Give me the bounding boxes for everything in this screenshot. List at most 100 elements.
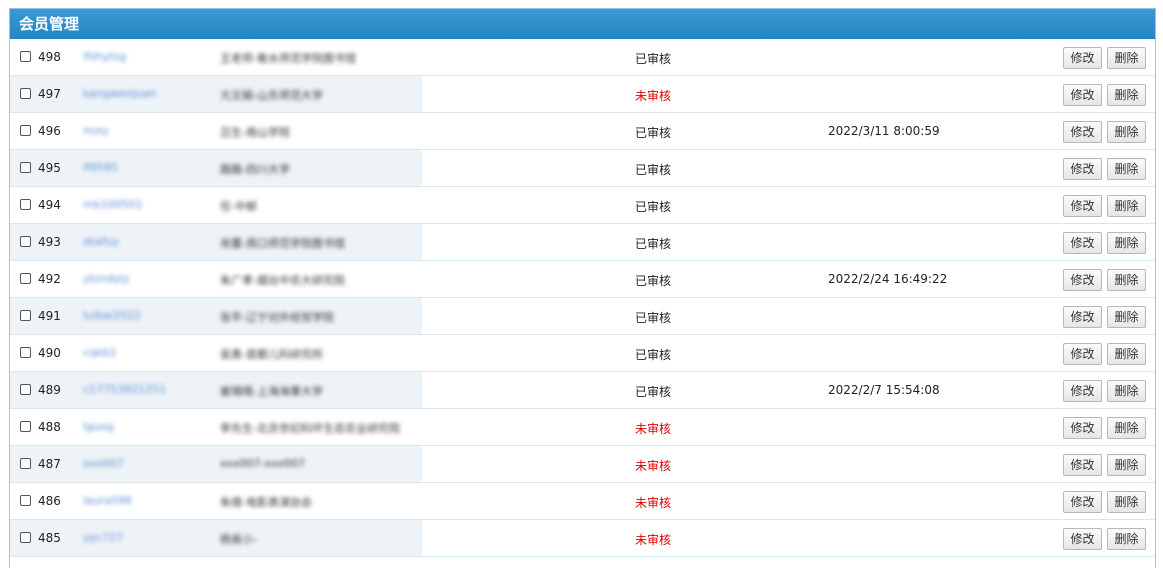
member-realname: 崔晴晴-上海海事大学: [220, 385, 323, 398]
login-time: 2022/2/7 15:54:08: [828, 383, 940, 397]
member-realname: 朱广孝-烟台中农大研究院: [220, 274, 345, 287]
row-checkbox[interactable]: [20, 421, 31, 432]
member-id: 495: [38, 161, 61, 175]
row-checkbox[interactable]: [20, 347, 31, 358]
edit-button[interactable]: 修改: [1063, 158, 1102, 180]
row-checkbox[interactable]: [20, 495, 31, 506]
table-row: 497 kangwenjuan 亢文娟-山东师范大学 未审核 修改 删除: [10, 76, 1155, 113]
member-id: 487: [38, 457, 61, 471]
status-text: 未审核: [635, 422, 672, 436]
member-id: 496: [38, 124, 61, 138]
table-row: 493 zkafuy 肖蕾-周口师范学院图书馆 已审核 修改 删除: [10, 224, 1155, 261]
member-id: 491: [38, 309, 61, 323]
member-id: 486: [38, 494, 61, 508]
row-checkbox[interactable]: [20, 310, 31, 321]
row-checkbox[interactable]: [20, 458, 31, 469]
member-realname: 吕生-南山学院: [220, 126, 290, 139]
row-checkbox[interactable]: [20, 273, 31, 284]
delete-button[interactable]: 删除: [1107, 491, 1146, 513]
username-link[interactable]: kangwenjuan: [83, 87, 156, 100]
username-link[interactable]: mb100501: [83, 198, 143, 211]
username-link[interactable]: lfshytsg: [83, 50, 126, 63]
edit-button[interactable]: 修改: [1063, 343, 1102, 365]
member-management-panel: 会员管理 498 lfshytsg 王老师-衡水师范学院图书馆 已审核 修改 删…: [9, 8, 1156, 568]
delete-button[interactable]: 删除: [1107, 269, 1146, 291]
status-text: 未审核: [635, 533, 672, 547]
row-checkbox[interactable]: [20, 88, 31, 99]
member-realname: 朱倩-电影表演协会: [220, 496, 312, 509]
member-realname: xxx007-xxx007: [220, 457, 306, 470]
table-row: 491 luibai2022 张平-辽宁对外经贸学院 已审核 修改 删除: [10, 298, 1155, 335]
status-text: 已审核: [635, 348, 672, 362]
table-row: 490 cqkb2 吴勇-首都儿科研究所 已审核 修改 删除: [10, 335, 1155, 372]
status-text: 未审核: [635, 89, 672, 103]
table-row: 494 mb100501 任-中邮 已审核 修改 删除: [10, 187, 1155, 224]
edit-button[interactable]: 修改: [1063, 47, 1102, 69]
member-realname: 吴勇-首都儿科研究所: [220, 348, 323, 361]
edit-button[interactable]: 修改: [1063, 306, 1102, 328]
delete-button[interactable]: 删除: [1107, 380, 1146, 402]
table-row: 492 ytzndyjy 朱广孝-烟台中农大研究院 已审核 2022/2/24 …: [10, 261, 1155, 298]
delete-button[interactable]: 删除: [1107, 158, 1146, 180]
delete-button[interactable]: 删除: [1107, 454, 1146, 476]
delete-button[interactable]: 删除: [1107, 195, 1146, 217]
row-checkbox[interactable]: [20, 384, 31, 395]
username-link[interactable]: lf9595: [83, 161, 118, 174]
member-id: 489: [38, 383, 61, 397]
member-realname: 肖蕾-周口师范学院图书馆: [220, 237, 345, 250]
edit-button[interactable]: 修改: [1063, 232, 1102, 254]
row-checkbox[interactable]: [20, 51, 31, 62]
username-link[interactable]: zkafuy: [83, 235, 119, 248]
row-checkbox[interactable]: [20, 236, 31, 247]
login-time: 2022/2/24 16:49:22: [828, 272, 948, 286]
username-link[interactable]: c17753921251: [83, 383, 166, 396]
edit-button[interactable]: 修改: [1063, 84, 1102, 106]
table-row: 498 lfshytsg 王老师-衡水师范学院图书馆 已审核 修改 删除: [10, 39, 1155, 76]
status-text: 已审核: [635, 52, 672, 66]
row-checkbox[interactable]: [20, 125, 31, 136]
member-id: 497: [38, 87, 61, 101]
username-link[interactable]: laura596: [83, 494, 132, 507]
edit-button[interactable]: 修改: [1063, 491, 1102, 513]
edit-button[interactable]: 修改: [1063, 528, 1102, 550]
edit-button[interactable]: 修改: [1063, 417, 1102, 439]
row-checkbox[interactable]: [20, 162, 31, 173]
username-link[interactable]: cqkb2: [83, 346, 116, 359]
row-checkbox[interactable]: [20, 532, 31, 543]
username-link[interactable]: nsxy: [83, 124, 109, 137]
member-realname: 王老师-衡水师范学院图书馆: [220, 52, 356, 65]
edit-button[interactable]: 修改: [1063, 380, 1102, 402]
status-text: 已审核: [635, 385, 672, 399]
delete-button[interactable]: 删除: [1107, 232, 1146, 254]
table-row: 486 laura596 朱倩-电影表演协会 未审核 修改 删除: [10, 483, 1155, 520]
member-realname: 李先生-北京世纪科环生态农业研究院: [220, 422, 400, 435]
login-time: 2022/3/11 8:00:59: [828, 124, 940, 138]
status-text: 已审核: [635, 200, 672, 214]
row-checkbox[interactable]: [20, 199, 31, 210]
member-realname: 杨易小-: [220, 533, 257, 546]
username-link[interactable]: yyc727: [83, 531, 123, 544]
table-row: 485 yyc727 杨易小- 未审核 修改 删除: [10, 520, 1155, 557]
delete-button[interactable]: 删除: [1107, 121, 1146, 143]
username-link[interactable]: ytzndyjy: [83, 272, 130, 285]
table-row: 495 lf9595 路路-四川大学 已审核 修改 删除: [10, 150, 1155, 187]
username-link[interactable]: xxx007: [83, 457, 124, 470]
delete-button[interactable]: 删除: [1107, 306, 1146, 328]
edit-button[interactable]: 修改: [1063, 269, 1102, 291]
edit-button[interactable]: 修改: [1063, 195, 1102, 217]
table-row: 496 nsxy 吕生-南山学院 已审核 2022/3/11 8:00:59 修…: [10, 113, 1155, 150]
username-link[interactable]: lguog: [83, 420, 114, 433]
delete-button[interactable]: 删除: [1107, 84, 1146, 106]
delete-button[interactable]: 删除: [1107, 343, 1146, 365]
delete-button[interactable]: 删除: [1107, 47, 1146, 69]
status-text: 未审核: [635, 459, 672, 473]
delete-button[interactable]: 删除: [1107, 528, 1146, 550]
edit-button[interactable]: 修改: [1063, 121, 1102, 143]
member-id: 490: [38, 346, 61, 360]
edit-button[interactable]: 修改: [1063, 454, 1102, 476]
username-link[interactable]: luibai2022: [83, 309, 141, 322]
member-realname: 任-中邮: [220, 200, 257, 213]
delete-button[interactable]: 删除: [1107, 417, 1146, 439]
table-row: 488 lguog 李先生-北京世纪科环生态农业研究院 未审核 修改 删除: [10, 409, 1155, 446]
member-id: 492: [38, 272, 61, 286]
